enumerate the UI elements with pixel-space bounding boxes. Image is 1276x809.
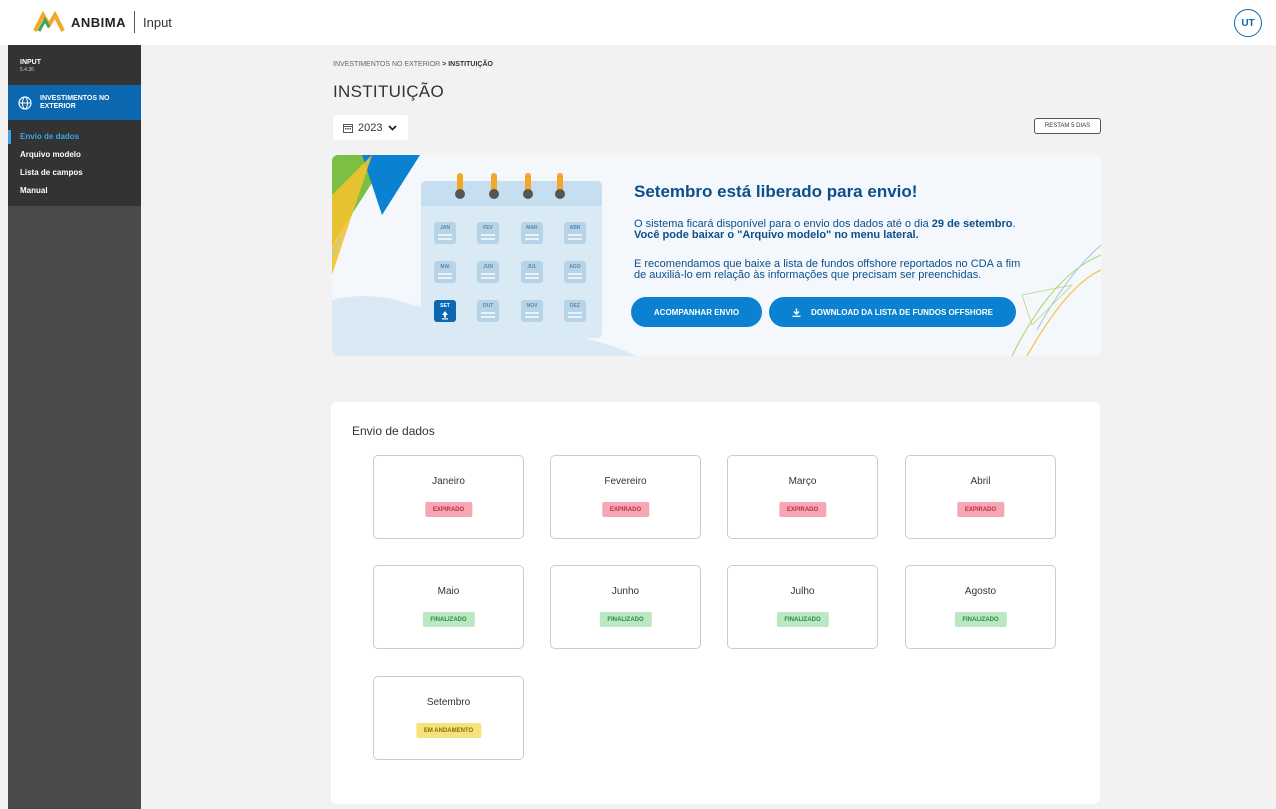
sidebar-header: INPUT 5.4.36 [8,45,141,85]
calendar-icon [343,123,353,133]
month-name: Maio [437,586,460,597]
calendar-month: ABR [564,222,586,244]
month-card-agosto[interactable]: Agosto FINALIZADO [905,565,1056,649]
user-avatar[interactable]: UT [1234,9,1262,37]
month-name: Agosto [964,586,997,597]
chevron-down-icon [388,124,398,131]
calendar-month: NOV [521,300,543,322]
calendar-illustration: JAN FEV MAR ABR MAI JUN JUL AGO SET OUT … [421,173,602,338]
breadcrumb-current: INSTITUIÇÃO [448,61,493,68]
month-card-fevereiro[interactable]: Fevereiro EXPIRADO [550,455,701,539]
download-icon [792,308,801,317]
status-badge: EXPIRADO [601,502,650,517]
banner-text-recommendation: E recomendamos que baixe a lista de fund… [634,258,1021,281]
month-name: Abril [970,476,991,487]
calendar-ring-icon [523,173,533,199]
sidebar-item-envio-de-dados[interactable]: Envio de dados [8,128,141,146]
calendar-month: FEV [477,222,499,244]
month-name: Março [788,476,817,487]
download-offshore-list-label: DOWNLOAD DA LISTA DE FUNDOS OFFSHORE [811,307,993,317]
calendar-month-current: SET [434,300,456,322]
track-submission-button[interactable]: ACOMPANHAR ENVIO [631,297,762,327]
sidebar-module[interactable]: INVESTIMENTOS NO EXTERIOR [8,85,141,120]
sidebar-module-label: INVESTIMENTOS NO EXTERIOR [40,94,110,110]
calendar-month: AGO [564,261,586,283]
brand[interactable]: ANBIMA Input [33,11,172,33]
breadcrumb: INVESTIMENTOS NO EXTERIOR > INSTITUIÇÃO [333,61,493,68]
status-badge: FINALIZADO [599,612,652,627]
status-badge: FINALIZADO [422,612,475,627]
month-card-maio[interactable]: Maio FINALIZADO [373,565,524,649]
sidebar: INPUT 5.4.36 INVESTIMENTOS NO EXTERIOR E… [8,45,141,809]
brand-name: ANBIMA [71,14,126,30]
calendar-month: JUN [477,261,499,283]
status-badge: EM ANDAMENTO [415,723,482,738]
calendar-month: OUT [477,300,499,322]
month-card-abril[interactable]: Abril EXPIRADO [905,455,1056,539]
download-offshore-list-button[interactable]: DOWNLOAD DA LISTA DE FUNDOS OFFSHORE [769,297,1016,327]
calendar-month: JAN [434,222,456,244]
upload-icon [442,311,448,320]
month-name: Setembro [426,697,471,708]
calendar-month: MAI [434,261,456,283]
month-card-marco[interactable]: Março EXPIRADO [727,455,878,539]
app-name: Input [143,14,172,30]
calendar-ring-icon [555,173,565,199]
release-banner: JAN FEV MAR ABR MAI JUN JUL AGO SET OUT … [332,155,1101,356]
top-bar: ANBIMA Input UT [0,0,1276,45]
card-title: Envio de dados [352,424,435,438]
year-value: 2023 [358,121,383,134]
breadcrumb-parent[interactable]: INVESTIMENTOS NO EXTERIOR [333,61,440,68]
month-name: Julho [790,586,815,597]
month-card-julho[interactable]: Julho FINALIZADO [727,565,878,649]
sidebar-item-manual[interactable]: Manual [8,182,141,200]
data-submission-card: Envio de dados Janeiro EXPIRADO Fevereir… [331,402,1100,804]
status-badge: EXPIRADO [424,502,473,517]
calendar-month: MAR [521,222,543,244]
globe-icon [18,95,32,110]
sidebar-item-lista-de-campos[interactable]: Lista de campos [8,164,141,182]
month-name: Junho [611,586,640,597]
anbima-logo-icon [33,11,65,32]
page-title: INSTITUIÇÃO [333,82,444,101]
calendar-ring-icon [455,173,465,199]
calendar-ring-icon [489,173,499,199]
status-badge: EXPIRADO [956,502,1005,517]
month-name: Janeiro [432,476,465,487]
month-card-junho[interactable]: Junho FINALIZADO [550,565,701,649]
banner-text-availability: O sistema ficará disponível para o envio… [634,218,1016,241]
year-selector[interactable]: 2023 [333,115,408,140]
brand-divider [134,11,135,33]
sidebar-title: INPUT [20,59,41,66]
month-card-setembro[interactable]: Setembro EM ANDAMENTO [373,676,524,760]
days-remaining-badge: RESTAM 5 DIAS [1034,118,1101,134]
calendar-month: DEZ [564,300,586,322]
banner-title: Setembro está liberado para envio! [634,182,918,201]
sidebar-version: 5.4.36 [20,67,34,73]
month-name: Fevereiro [604,476,647,487]
status-badge: FINALIZADO [954,612,1007,627]
calendar-month: JUL [521,261,543,283]
month-card-janeiro[interactable]: Janeiro EXPIRADO [373,455,524,539]
sidebar-item-arquivo-modelo[interactable]: Arquivo modelo [8,146,141,164]
breadcrumb-separator: > [442,61,447,68]
status-badge: EXPIRADO [778,502,827,517]
sidebar-menu: Envio de dados Arquivo modelo Lista de c… [8,120,141,206]
status-badge: FINALIZADO [776,612,829,627]
